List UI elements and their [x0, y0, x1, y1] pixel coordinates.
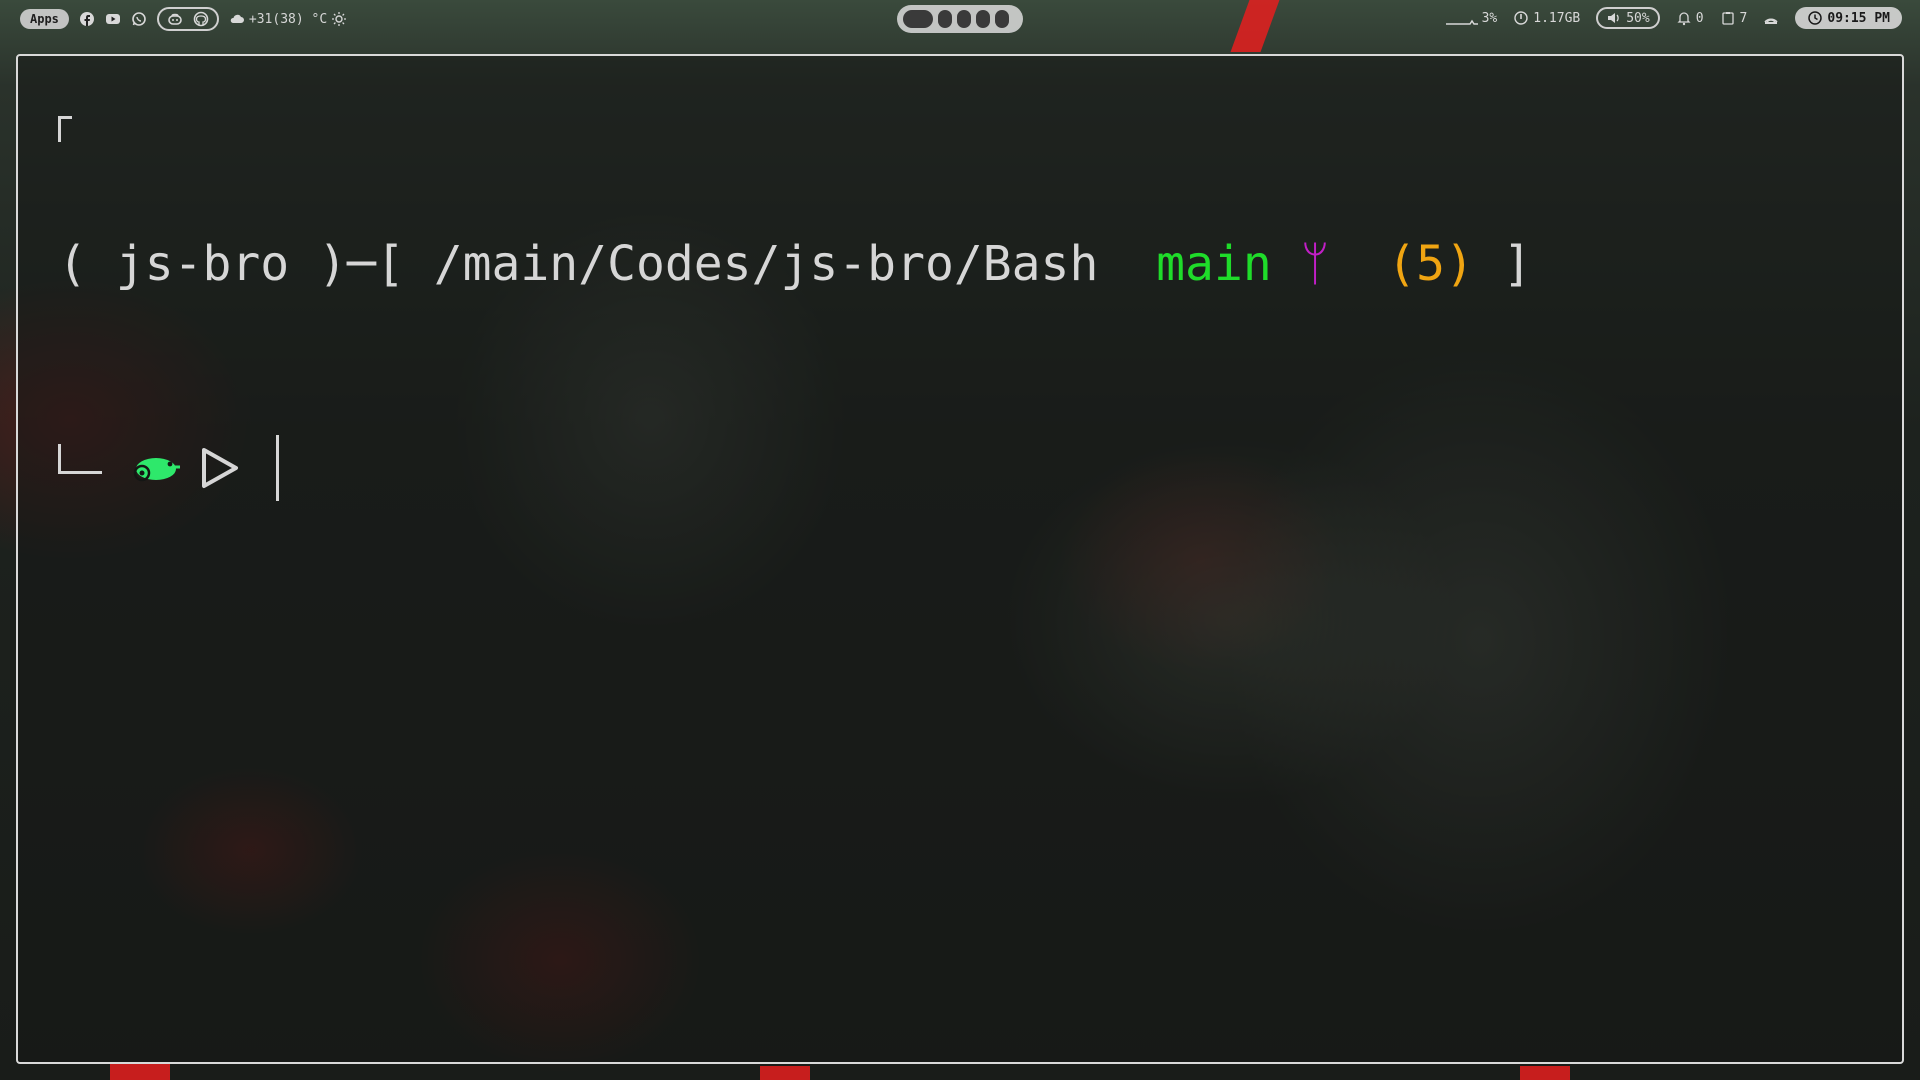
facebook-icon[interactable]: [79, 11, 95, 27]
weather-temperature: +31(38) °C: [248, 11, 328, 27]
text-cursor[interactable]: [276, 435, 279, 501]
clock-time: 09:15 PM: [1827, 10, 1890, 26]
youtube-icon[interactable]: [105, 11, 121, 27]
workspace-2[interactable]: [938, 10, 952, 28]
wallpaper-red-streak: [760, 1066, 810, 1080]
cpu-usage: 3%: [1481, 10, 1498, 26]
network-icon[interactable]: [1763, 10, 1779, 26]
workspace-switcher: [897, 5, 1023, 33]
prompt-separator: )─[: [289, 236, 434, 292]
memory-widget[interactable]: 1.17GB: [1513, 10, 1580, 26]
prompt-path: /main/Codes/js-bro/Bash: [433, 236, 1099, 292]
whatsapp-icon[interactable]: [131, 11, 147, 27]
cloud-icon: [229, 11, 245, 27]
clipboard-count: 7: [1739, 10, 1748, 26]
volume-level: 50%: [1626, 10, 1650, 26]
git-branch-icon: ᛘ: [1300, 236, 1330, 292]
right-panel-group: 3% 1.17GB 50% 0 7 09:15 PM: [1445, 7, 1902, 29]
prompt-close-bracket: ]: [1473, 236, 1532, 292]
clock-icon: [1807, 10, 1823, 26]
volume-widget[interactable]: 50%: [1596, 7, 1660, 29]
bell-icon: [1676, 10, 1692, 26]
sun-icon: [331, 11, 347, 27]
speaker-icon: [1606, 10, 1622, 26]
apps-button[interactable]: Apps: [20, 9, 69, 29]
git-change-count: (5): [1387, 236, 1474, 292]
dev-links-group: [156, 7, 219, 31]
prompt-open-paren: (: [58, 236, 116, 292]
cpu-widget[interactable]: 3%: [1445, 10, 1498, 26]
prompt-user: js-bro: [115, 236, 290, 292]
clipboard-widget[interactable]: 7: [1720, 10, 1748, 26]
workspace-1[interactable]: [903, 10, 933, 28]
wallpaper-red-streak: [1520, 1066, 1570, 1080]
memory-usage: 1.17GB: [1533, 10, 1581, 26]
clipboard-icon: [1720, 10, 1736, 26]
memory-icon: [1513, 10, 1529, 26]
left-panel-group: Apps +31(38) °C: [20, 7, 347, 31]
terminal-output: ( js-bro )─[ /main/Codes/js-bro/Bash mai…: [58, 94, 1532, 638]
cpu-graph-icon: [1445, 10, 1478, 26]
prompt-corner-bottom: [58, 444, 102, 474]
wallpaper-red-streak: [110, 1062, 170, 1080]
workspace-3[interactable]: [957, 10, 971, 28]
prompt-line-1: ( js-bro )─[ /main/Codes/js-bro/Bash mai…: [58, 230, 1532, 298]
workspace-4[interactable]: [976, 10, 990, 28]
notifications-widget[interactable]: 0: [1676, 10, 1704, 26]
git-branch: main: [1156, 236, 1272, 292]
weather-widget[interactable]: +31(38) °C: [229, 11, 347, 27]
terminal-window[interactable]: ( js-bro )─[ /main/Codes/js-bro/Bash mai…: [16, 54, 1904, 1064]
notification-count: 0: [1695, 10, 1704, 26]
github-icon[interactable]: [193, 11, 209, 27]
clock-widget[interactable]: 09:15 PM: [1795, 7, 1902, 29]
prompt-arrow-icon: [202, 448, 238, 488]
prompt-line-2: [58, 434, 1532, 502]
workspace-5[interactable]: [995, 10, 1009, 28]
copilot-icon[interactable]: [167, 11, 183, 27]
opensuse-chameleon-icon: [133, 458, 180, 482]
top-panel: Apps +31(38) °C 3% 1.17GB 50% 0 7 09:15 …: [0, 0, 1920, 38]
